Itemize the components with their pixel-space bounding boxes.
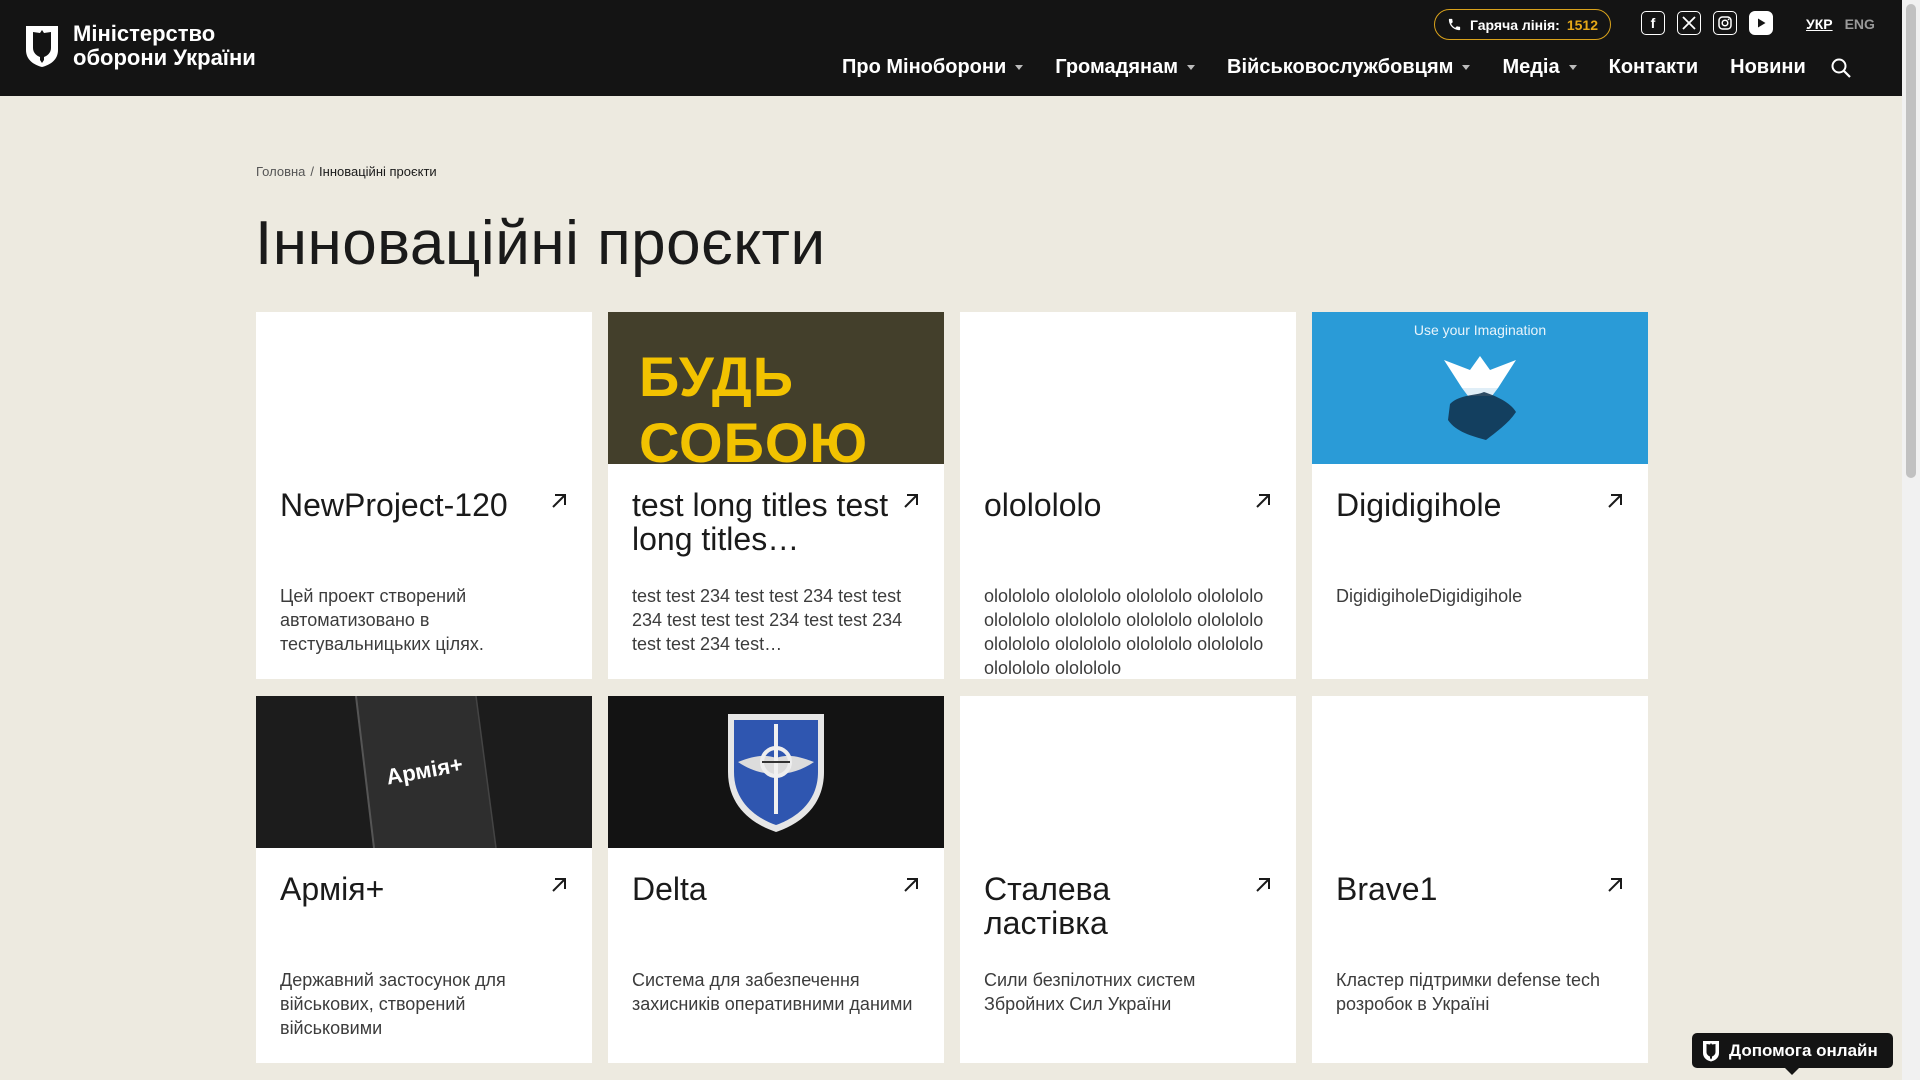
card-title: ololololo [984, 487, 1102, 523]
card-image: Use your Imagination [1312, 312, 1648, 464]
card-title: Армія+ [280, 871, 385, 907]
nav-servicemen[interactable]: Військовослужбовцям [1227, 56, 1471, 79]
search-icon[interactable] [1830, 57, 1852, 79]
instagram-icon[interactable] [1713, 11, 1737, 35]
help-online-label: Допомога онлайн [1729, 1040, 1878, 1060]
paper-boat-icon [1444, 356, 1516, 440]
arrow-up-right-icon [552, 494, 566, 508]
card-image [608, 696, 944, 848]
card-title: Brave1 [1336, 871, 1438, 907]
chevron-down-icon [1462, 65, 1471, 70]
site-header: Міністерство оборони України Гаряча ліні… [0, 0, 1902, 96]
arrow-up-right-icon [1256, 878, 1270, 892]
hotline-button[interactable]: Гаряча лінія: 1512 [1434, 9, 1611, 40]
arrow-up-right-icon [1608, 878, 1622, 892]
card-image: Армія+ [256, 696, 592, 848]
phone-icon [1448, 18, 1461, 31]
project-card[interactable]: ololololo ololololo ololololo ololololo … [960, 312, 1296, 679]
trident-shield-icon [26, 26, 58, 67]
card-title: NewProject-120 [280, 487, 508, 523]
youtube-icon[interactable] [1749, 11, 1773, 35]
help-online-button[interactable]: Допомога онлайн [1692, 1033, 1893, 1075]
main-nav: Про Міноборони Громадянам Військовослужб… [842, 56, 1852, 79]
arrow-up-right-icon [904, 494, 918, 508]
hotline-number: 1512 [1566, 16, 1598, 33]
social-links: f [1641, 11, 1773, 35]
card-description: Сили безпілотних систем Збройних Сил Укр… [984, 970, 1196, 1014]
breadcrumb-separator: / [310, 164, 315, 179]
project-card[interactable]: Delta Система для забезпечення захисникі… [608, 696, 944, 1063]
card-description: Державний застосунок для військових, ств… [280, 970, 506, 1038]
chevron-down-icon [1187, 65, 1196, 70]
logo-text-line1: Міністерство [73, 21, 216, 46]
card-image-text: Use your Imagination [1413, 322, 1547, 338]
nav-media[interactable]: Медіа [1502, 56, 1577, 79]
breadcrumb-home[interactable]: Головна [256, 164, 305, 179]
card-description: Цей проект створений автоматизовано в те… [280, 586, 484, 654]
chevron-down-icon [1015, 65, 1024, 70]
logo-text-line2: оборони України [73, 45, 256, 70]
arrow-up-right-icon [904, 878, 918, 892]
nav-about[interactable]: Про Міноборони [842, 56, 1024, 79]
card-title: Сталева ластівка [984, 871, 1111, 941]
card-title: Delta [632, 871, 707, 907]
language-switcher: УКР ENG [1806, 16, 1875, 32]
chevron-down-icon [1568, 65, 1577, 70]
help-bubble-tail [1784, 1067, 1800, 1075]
card-title: test long titles test long titles… [632, 487, 889, 557]
nav-citizens[interactable]: Громадянам [1055, 56, 1196, 79]
page-scrollbar[interactable] [1902, 0, 1920, 1080]
card-description: DigidigiholeDigidigihole [1336, 586, 1523, 606]
trident-shield-icon [1703, 1040, 1719, 1061]
scrollbar-thumb[interactable] [1906, 4, 1916, 478]
projects-grid: NewProject-120 Цей проект створений авто… [256, 312, 1648, 1063]
x-icon[interactable] [1677, 11, 1701, 35]
project-card[interactable]: Армія+ Армія+ Державний застосунок для в… [256, 696, 592, 1063]
arrow-up-right-icon [1608, 494, 1622, 508]
breadcrumb: Головна / Інноваційні проєкти [256, 164, 437, 179]
card-image: БУДЬ СОБОЮ [608, 312, 944, 464]
card-image-text: БУДЬ СОБОЮ [639, 345, 869, 464]
project-card[interactable]: Brave1 Кластер підтримки defense tech ро… [1312, 696, 1648, 1063]
project-card[interactable]: NewProject-120 Цей проект створений авто… [256, 312, 592, 679]
ministry-logo[interactable]: Міністерство оборони України [23, 22, 293, 70]
nav-news[interactable]: Новини [1730, 56, 1806, 79]
card-description: ololololo ololololo ololololo ololololo … [984, 586, 1264, 678]
facebook-icon[interactable]: f [1641, 11, 1665, 35]
lang-ukr[interactable]: УКР [1806, 16, 1833, 32]
arrow-up-right-icon [552, 878, 566, 892]
project-card[interactable]: Сталева ластівка Сили безпілотних систем… [960, 696, 1296, 1063]
arrow-up-right-icon [1256, 494, 1270, 508]
nav-contacts[interactable]: Контакти [1609, 56, 1699, 79]
hotline-label: Гаряча лінія: [1470, 16, 1560, 33]
delta-shield-emblem [728, 714, 824, 832]
project-card[interactable]: БУДЬ СОБОЮ test long titles test long ti… [608, 312, 944, 679]
card-description: Кластер підтримки defense tech розробок … [1336, 970, 1601, 1014]
lang-eng[interactable]: ENG [1845, 16, 1875, 32]
breadcrumb-current: Інноваційні проєкти [319, 164, 437, 179]
card-description: Система для забезпечення захисників опер… [632, 970, 913, 1014]
card-title: Digidigihole [1336, 487, 1502, 523]
project-card[interactable]: Use your Imagination Digidigihole Digidi… [1312, 312, 1648, 679]
card-description: test test 234 test test 234 test test 23… [632, 586, 903, 654]
page-title: Інноваційні проєкти [255, 209, 826, 278]
